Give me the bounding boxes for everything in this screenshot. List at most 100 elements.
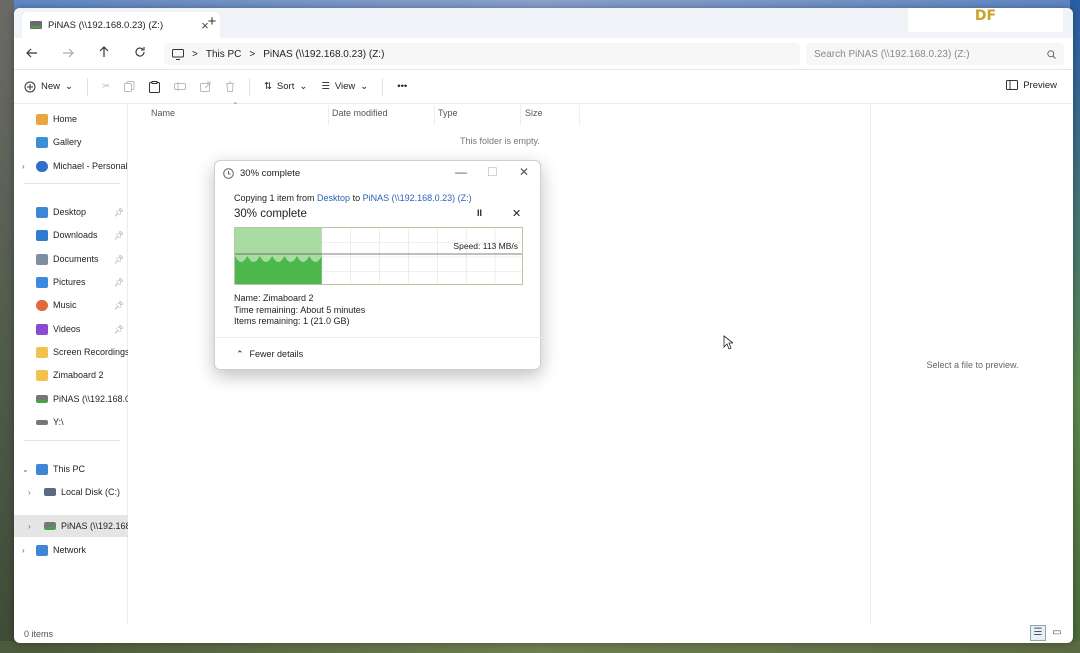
search-input[interactable]: Search PiNAS (\\192.168.0.23) (Z:) [806,43,1064,65]
sidebar-item-label: PiNAS (\\192.168.0. [61,521,128,531]
sidebar-item-home[interactable]: Home [14,108,128,130]
up-button[interactable] [86,46,122,61]
sidebar-item-onedrive[interactable]: › Michael - Personal [14,155,128,177]
fewer-details-button[interactable]: ⌃ Fewer details [236,349,303,360]
dialog-title: 30% complete [240,167,301,179]
column-header-size[interactable]: Size [525,108,543,118]
destination-link[interactable]: PiNAS (\\192.168.0.23) (Z:) [363,193,472,203]
details-view-icon[interactable]: ☰ [1030,625,1046,641]
item-count: 0 items [24,628,54,639]
arrow-left-icon [26,48,37,58]
pin-icon[interactable]: 📌︎ [114,231,124,240]
refresh-button[interactable] [122,46,158,61]
cancel-button[interactable]: ✕ [512,207,521,220]
address-bar: > This PC > PiNAS (\\192.168.0.23) (Z:) … [14,38,1073,70]
delete-button[interactable] [225,81,235,92]
sidebar-item-gallery[interactable]: Gallery [14,131,128,153]
sort-label: Sort [276,81,295,92]
sidebar-item-label: Zimaboard 2 [53,370,104,380]
new-button[interactable]: New ⌄ [24,81,73,93]
sidebar-item-screen-recordings[interactable]: Screen Recordings [14,341,128,363]
sidebar-item-label: Network [53,545,87,555]
sidebar-item-videos[interactable]: Videos 📌︎ [14,318,128,340]
dialog-minimize-button[interactable]: — [455,165,467,179]
sidebar-item-downloads[interactable]: Downloads 📌︎ [14,224,128,246]
rename-button[interactable] [173,81,186,92]
tab-pinas[interactable]: PiNAS (\\192.168.0.23) (Z:) × [22,12,220,38]
sidebar-item-label: Screen Recordings [53,347,128,357]
sidebar-item-zimaboard[interactable]: Zimaboard 2 [14,364,128,386]
sidebar-item-pictures[interactable]: Pictures 📌︎ [14,271,128,293]
paste-button[interactable] [148,80,160,93]
breadcrumb-this-pc[interactable]: This PC [206,49,242,60]
folder-icon [36,346,48,358]
plus-circle-icon [24,81,36,92]
pause-button[interactable]: II [477,208,482,218]
chevron-down-icon[interactable]: ⌄ [22,465,29,474]
view-button[interactable]: ☰ View ⌄ [321,81,368,92]
mouse-cursor-icon [723,335,733,350]
breadcrumb-pinas[interactable]: PiNAS (\\192.168.0.23) (Z:) [263,49,384,60]
pin-icon[interactable]: 📌︎ [114,325,124,334]
copy-button[interactable] [123,81,135,92]
copy-icon [123,81,135,92]
chevron-right-icon[interactable]: › [22,546,25,555]
column-divider[interactable] [520,105,521,125]
sidebar-item-label: Gallery [53,137,82,147]
column-header-date[interactable]: Date modified [332,108,388,118]
column-header-name[interactable]: Name [151,108,175,118]
network-icon [36,544,48,556]
gallery-icon [36,136,48,148]
more-options-button[interactable]: ••• [397,81,407,92]
sidebar-item-label: Home [53,114,78,124]
detail-time-remaining: Time remaining: About 5 minutes [234,304,366,315]
monitor-icon [172,48,184,60]
sidebar-item-music[interactable]: Music 📌︎ [14,294,128,316]
pin-icon[interactable]: 📌︎ [114,208,124,217]
sidebar-item-label: Pictures [53,277,86,287]
new-tab-button[interactable]: + [202,13,222,33]
sidebar-item-pinas[interactable]: › PiNAS (\\192.168.0. [14,515,128,537]
pin-icon[interactable]: 📌︎ [114,255,124,264]
sidebar-item-network[interactable]: › Network [14,539,128,561]
view-icon: ☰ [321,81,330,92]
music-icon [36,299,48,311]
column-divider[interactable] [434,105,435,125]
sidebar-item-documents[interactable]: Documents 📌︎ [14,248,128,270]
view-label: View [334,81,356,92]
toolbar-divider [248,77,250,96]
tiles-view-icon[interactable]: ▭ [1049,625,1065,641]
file-explorer-window: PiNAS (\\192.168.0.23) (Z:) × + DF > Thi… [14,8,1073,643]
chevron-down-icon: ⌄ [299,81,308,92]
fewer-details-label: Fewer details [249,349,304,359]
pin-icon[interactable]: 📌︎ [114,278,124,287]
network-drive-icon [30,21,42,29]
dialog-close-button[interactable]: ✕ [519,165,529,179]
cut-button[interactable]: ✂ [102,81,110,92]
percent-complete: 30% complete [234,208,307,220]
sidebar-item-pinas-quick[interactable]: PiNAS (\\192.168.0. [14,388,128,410]
pictures-icon [36,276,48,288]
empty-folder-message: This folder is empty. [460,136,540,146]
sidebar-item-label: Desktop [53,207,87,217]
chevron-right-icon[interactable]: › [28,522,31,531]
dialog-maximize-button[interactable]: ☐ [487,165,498,179]
sidebar-item-y-drive[interactable]: Y:\ [14,411,128,433]
forward-button[interactable] [50,46,86,61]
breadcrumb[interactable]: > This PC > PiNAS (\\192.168.0.23) (Z:) [164,43,800,65]
column-header-type[interactable]: Type [438,108,458,118]
pin-icon[interactable]: 📌︎ [114,301,124,310]
chevron-right-icon[interactable]: › [22,162,25,171]
share-button[interactable] [199,81,211,92]
sidebar-item-this-pc[interactable]: ⌄ This PC [14,458,128,480]
back-button[interactable] [14,46,50,61]
sidebar-item-local-disk[interactable]: › Local Disk (C:) [14,481,128,503]
source-link[interactable]: Desktop [317,193,350,203]
preview-button[interactable]: Preview [1006,80,1057,91]
column-divider[interactable] [579,105,580,125]
sidebar-item-desktop[interactable]: Desktop 📌︎ [14,201,128,223]
sort-button[interactable]: ⇅ Sort ⌄ [264,81,307,92]
refresh-icon [135,47,145,57]
chevron-right-icon[interactable]: › [28,488,31,497]
column-divider[interactable] [328,105,329,125]
